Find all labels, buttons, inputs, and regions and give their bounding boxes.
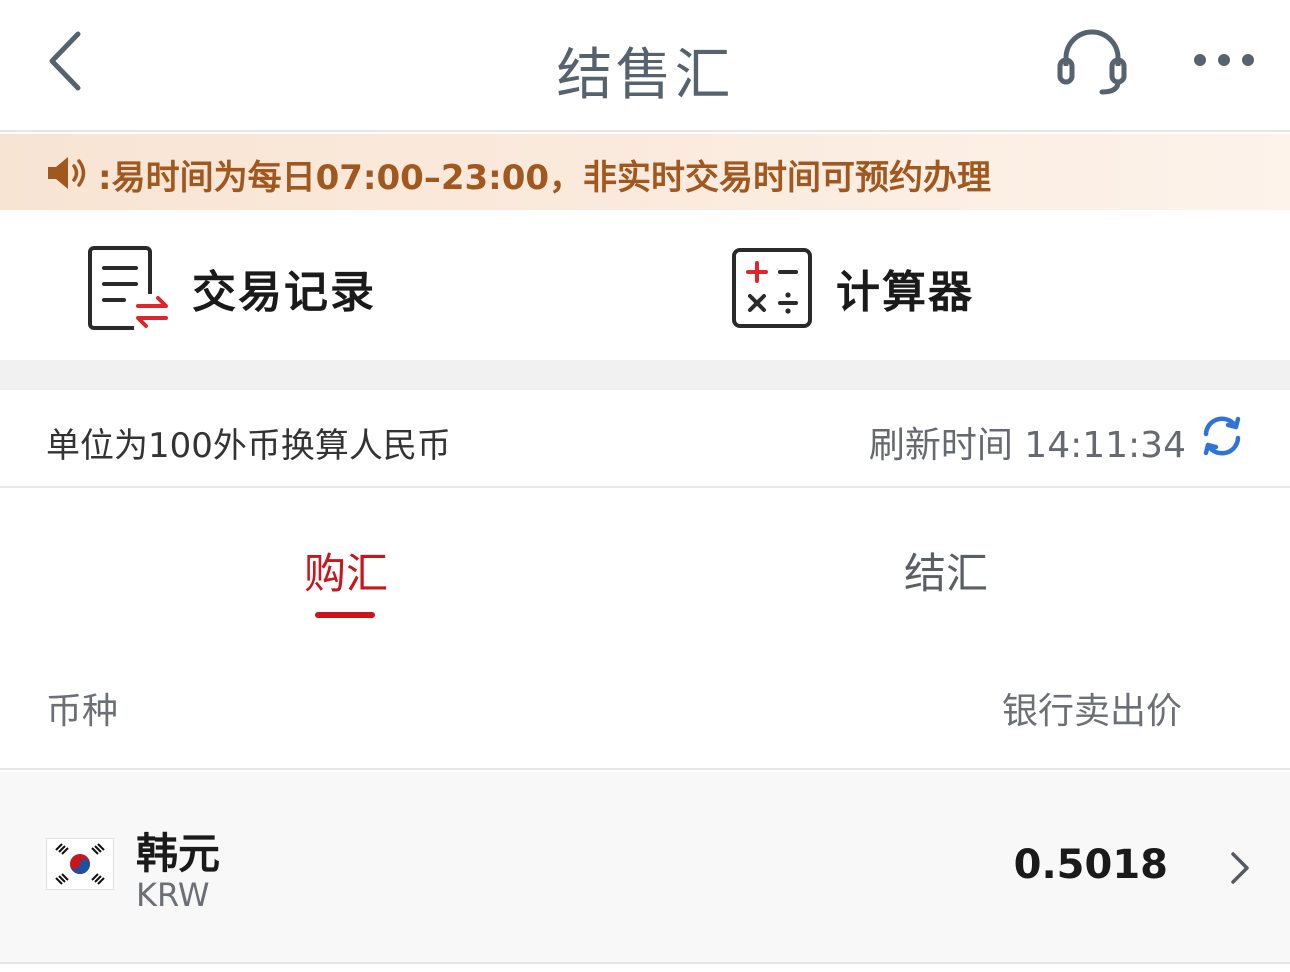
headset-icon bbox=[1057, 29, 1127, 95]
section-divider bbox=[0, 360, 1290, 390]
active-tab-indicator bbox=[315, 612, 375, 618]
rate-table-header: 币种 银行卖出价 bbox=[0, 640, 1290, 770]
unit-description: 单位为100外币换算人民币 bbox=[46, 426, 451, 466]
records-icon bbox=[88, 246, 168, 330]
info-row: 单位为100外币换算人民币 刷新时间 14:11:34 bbox=[0, 390, 1290, 488]
refresh-time: 刷新时间 14:11:34 bbox=[868, 425, 1186, 466]
currency-column-header: 币种 bbox=[46, 691, 119, 732]
currency-row[interactable]: 韩元 KRW 0.5018 bbox=[0, 772, 1290, 964]
tab-sell-forex[interactable]: 结汇 bbox=[904, 540, 988, 601]
refresh-button[interactable] bbox=[1198, 412, 1246, 460]
korea-flag-icon bbox=[46, 838, 114, 890]
notice-banner: :易时间为每日07:00–23:00，非实时交易时间可预约办理 bbox=[0, 134, 1290, 210]
nav-bar: 结售汇 bbox=[0, 0, 1290, 132]
chevron-right-icon bbox=[1231, 852, 1249, 884]
more-dots-icon bbox=[1194, 54, 1254, 66]
customer-service-button[interactable] bbox=[1052, 24, 1132, 100]
currency-code: KRW bbox=[136, 876, 210, 914]
bank-selling-price: 0.5018 bbox=[1013, 842, 1168, 888]
currency-name: 韩元 bbox=[136, 829, 221, 878]
refresh-icon bbox=[1203, 416, 1241, 456]
notice-text: :易时间为每日07:00–23:00，非实时交易时间可预约办理 bbox=[98, 158, 992, 198]
calculator-label: 计算器 bbox=[836, 267, 974, 318]
transaction-records-label: 交易记录 bbox=[192, 267, 376, 318]
calculator-button[interactable]: 计算器 bbox=[730, 210, 1130, 360]
calculator-icon bbox=[732, 248, 812, 328]
price-column-header: 银行卖出价 bbox=[1001, 691, 1182, 732]
speaker-icon bbox=[48, 157, 86, 189]
tab-buy-forex[interactable]: 购汇 bbox=[304, 540, 388, 601]
transaction-records-button[interactable]: 交易记录 bbox=[86, 210, 486, 360]
quick-actions: 交易记录 计算器 bbox=[0, 210, 1290, 360]
more-button[interactable] bbox=[1186, 38, 1262, 82]
exchange-tabs: 购汇 结汇 bbox=[0, 490, 1290, 640]
